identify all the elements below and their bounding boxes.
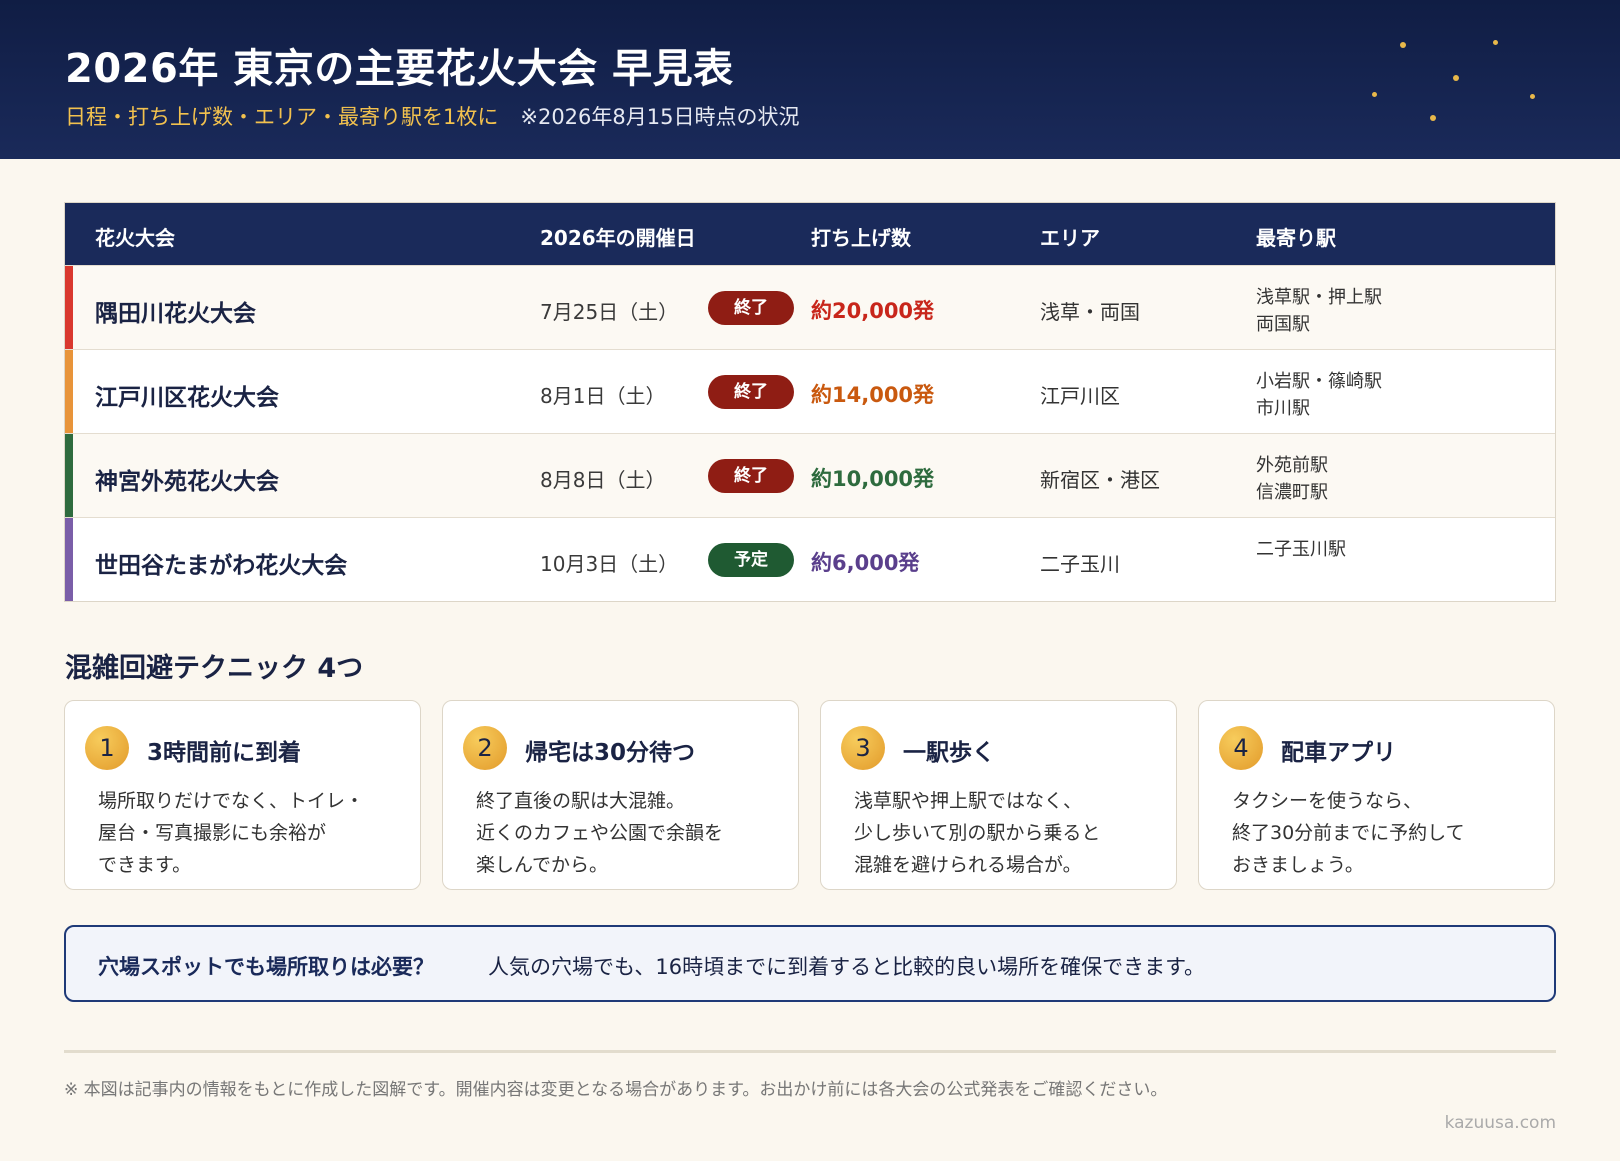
subtitle-text: 日程・打ち上げ数・エリア・最寄り駅を1枚に — [65, 105, 499, 129]
tip-card: 1 3時間前に到着 場所取りだけでなく、トイレ・ 屋台・写真撮影にも余裕が でき… — [64, 700, 421, 890]
fireworks-table: 花火大会 2026年の開催日 打ち上げ数 エリア 最寄り駅 隅田川花火大会 7月… — [64, 202, 1556, 602]
site-credit: kazuusa.com — [1444, 1113, 1556, 1133]
tip-number-badge: 1 — [85, 726, 129, 770]
column-header-area: エリア — [1040, 226, 1100, 250]
tip-card: 4 配車アプリ タクシーを使うなら、 終了30分前までに予約して おきましょう。 — [1198, 700, 1555, 890]
column-header-station: 最寄り駅 — [1256, 226, 1336, 250]
tip-title: 一駅歩く — [903, 740, 995, 766]
faq-callout: 穴場スポットでも場所取りは必要？ 人気の穴場でも、16時頃までに到着すると比較的… — [64, 925, 1556, 1002]
tip-body: 終了直後の駅は大混雑。 近くのカフェや公園で余韻を 楽しんでから。 — [476, 790, 724, 876]
table-row: 世田谷たまがわ花火大会 10月3日（土） 予定 約6,000発 二子玉川 二子玉… — [65, 517, 1555, 601]
nearest-station: 二子玉川駅 — [1256, 539, 1346, 560]
header: 2026年 東京の主要花火大会 早見表 日程・打ち上げ数・エリア・最寄り駅を1枚… — [0, 0, 1620, 159]
footer-divider — [64, 1050, 1556, 1053]
festival-date: 7月25日（土） — [540, 300, 679, 324]
festival-date: 8月1日（土） — [540, 384, 666, 408]
tip-body: 浅草駅や押上駅ではなく、 少し歩いて別の駅から乗ると 混雑を避けられる場合が。 — [854, 790, 1101, 876]
festival-name: 隅田川花火大会 — [95, 301, 256, 327]
nearest-station: 外苑前駅 信濃町駅 — [1256, 455, 1328, 503]
column-header-count: 打ち上げ数 — [811, 226, 911, 250]
tip-card: 2 帰宅は30分待つ 終了直後の駅は大混雑。 近くのカフェや公園で余韻を 楽しん… — [442, 700, 799, 890]
tip-title: 配車アプリ — [1281, 740, 1396, 766]
festival-area: 新宿区・港区 — [1040, 468, 1160, 492]
status-badge: 終了 — [708, 375, 794, 409]
status-date-note: ※2026年8月15日時点の状況 — [520, 105, 800, 129]
star-decoration-icon — [1430, 115, 1436, 121]
festival-area: 二子玉川 — [1040, 552, 1120, 576]
festival-area: 浅草・両国 — [1040, 300, 1140, 324]
launch-count: 約14,000発 — [811, 383, 935, 407]
page-subtitle: 日程・打ち上げ数・エリア・最寄り駅を1枚に ※2026年8月15日時点の状況 — [65, 101, 799, 131]
tip-title: 3時間前に到着 — [147, 740, 302, 766]
row-accent-bar — [65, 350, 73, 433]
column-header-name: 花火大会 — [95, 226, 175, 250]
tip-body: タクシーを使うなら、 終了30分前までに予約して おきましょう。 — [1232, 790, 1465, 876]
festival-date: 8月8日（土） — [540, 468, 666, 492]
table-header: 花火大会 2026年の開催日 打ち上げ数 エリア 最寄り駅 — [65, 203, 1555, 265]
status-badge: 終了 — [708, 291, 794, 325]
status-badge: 終了 — [708, 459, 794, 493]
tip-title: 帰宅は30分待つ — [525, 740, 696, 766]
page-title: 2026年 東京の主要花火大会 早見表 — [65, 46, 734, 92]
star-decoration-icon — [1372, 92, 1377, 97]
star-decoration-icon — [1453, 75, 1459, 81]
tip-number-badge: 4 — [1219, 726, 1263, 770]
table-body: 隅田川花火大会 7月25日（土） 終了 約20,000発 浅草・両国 浅草駅・押… — [65, 265, 1555, 601]
festival-area: 江戸川区 — [1040, 384, 1120, 408]
launch-count: 約6,000発 — [811, 551, 920, 575]
nearest-station: 浅草駅・押上駅 両国駅 — [1256, 287, 1382, 335]
tip-number-badge: 2 — [463, 726, 507, 770]
tip-card: 3 一駅歩く 浅草駅や押上駅ではなく、 少し歩いて別の駅から乗ると 混雑を避けら… — [820, 700, 1177, 890]
star-decoration-icon — [1400, 42, 1406, 48]
festival-name: 江戸川区花火大会 — [95, 385, 279, 411]
tips-section-title: 混雑回避テクニック 4つ — [65, 653, 364, 684]
tip-number-badge: 3 — [841, 726, 885, 770]
table-row: 隅田川花火大会 7月25日（土） 終了 約20,000発 浅草・両国 浅草駅・押… — [65, 265, 1555, 349]
footnote: ※ 本図は記事内の情報をもとに作成した図解です。開催内容は変更となる場合がありま… — [64, 1080, 1168, 1100]
star-decoration-icon — [1493, 40, 1498, 45]
status-badge: 予定 — [708, 543, 794, 577]
launch-count: 約20,000発 — [811, 299, 935, 323]
launch-count: 約10,000発 — [811, 467, 935, 491]
table-row: 江戸川区花火大会 8月1日（土） 終了 約14,000発 江戸川区 小岩駅・篠崎… — [65, 349, 1555, 433]
festival-date: 10月3日（土） — [540, 552, 679, 576]
nearest-station: 小岩駅・篠崎駅 市川駅 — [1256, 371, 1382, 419]
table-row: 神宮外苑花火大会 8月8日（土） 終了 約10,000発 新宿区・港区 外苑前駅… — [65, 433, 1555, 517]
row-accent-bar — [65, 518, 73, 601]
row-accent-bar — [65, 434, 73, 517]
festival-name: 神宮外苑花火大会 — [95, 469, 279, 495]
festival-name: 世田谷たまがわ花火大会 — [95, 553, 348, 579]
column-header-date: 2026年の開催日 — [540, 226, 696, 250]
callout-answer: 人気の穴場でも、16時頃までに到着すると比較的良い場所を確保できます。 — [488, 955, 1205, 979]
tip-body: 場所取りだけでなく、トイレ・ 屋台・写真撮影にも余裕が できます。 — [98, 790, 365, 876]
star-decoration-icon — [1530, 94, 1535, 99]
callout-question: 穴場スポットでも場所取りは必要？ — [98, 955, 434, 979]
row-accent-bar — [65, 266, 73, 349]
